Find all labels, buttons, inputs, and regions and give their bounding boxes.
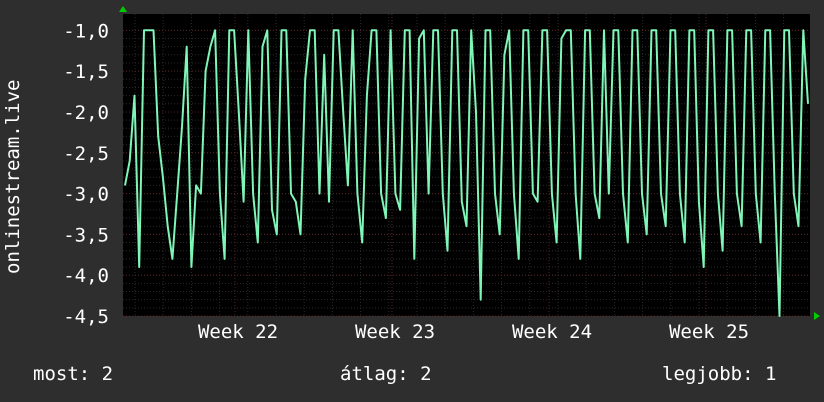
y-tick-label: -4,5: [63, 306, 109, 328]
y-tick-label: -1,0: [63, 20, 109, 42]
y-tick-label: -2,5: [63, 143, 109, 165]
y-tick-label: -4,0: [63, 265, 109, 287]
stat-average: átlag: 2: [340, 363, 432, 385]
y-tick-label: -3,0: [63, 184, 109, 206]
y-axis-label: onlinestream.live: [2, 79, 24, 274]
y-tick-label: -3,5: [63, 224, 109, 246]
y-tick-label: -1,5: [63, 61, 109, 83]
x-tick-label: Week 25: [669, 321, 749, 343]
chart: -1,0 -1,5 -2,0 -2,5 -3,0 -3,5 -4,0 -4,5 Week 22…: [63, 6, 820, 343]
y-tick-label: -2,0: [63, 102, 109, 124]
stat-best: legjobb: 1: [662, 363, 777, 385]
x-tick-label: Week 22: [198, 321, 278, 343]
stat-now: most: 2: [33, 363, 114, 385]
x-tick-label: Week 23: [355, 321, 435, 343]
x-axis-arrow: [814, 312, 820, 320]
x-ticks: Week 22 Week 23 Week 24 Week 25: [198, 321, 749, 343]
y-ticks: -1,0 -1,5 -2,0 -2,5 -3,0 -3,5 -4,0 -4,5: [63, 20, 109, 328]
y-axis-arrow: [119, 6, 127, 12]
x-tick-label: Week 24: [512, 321, 592, 343]
